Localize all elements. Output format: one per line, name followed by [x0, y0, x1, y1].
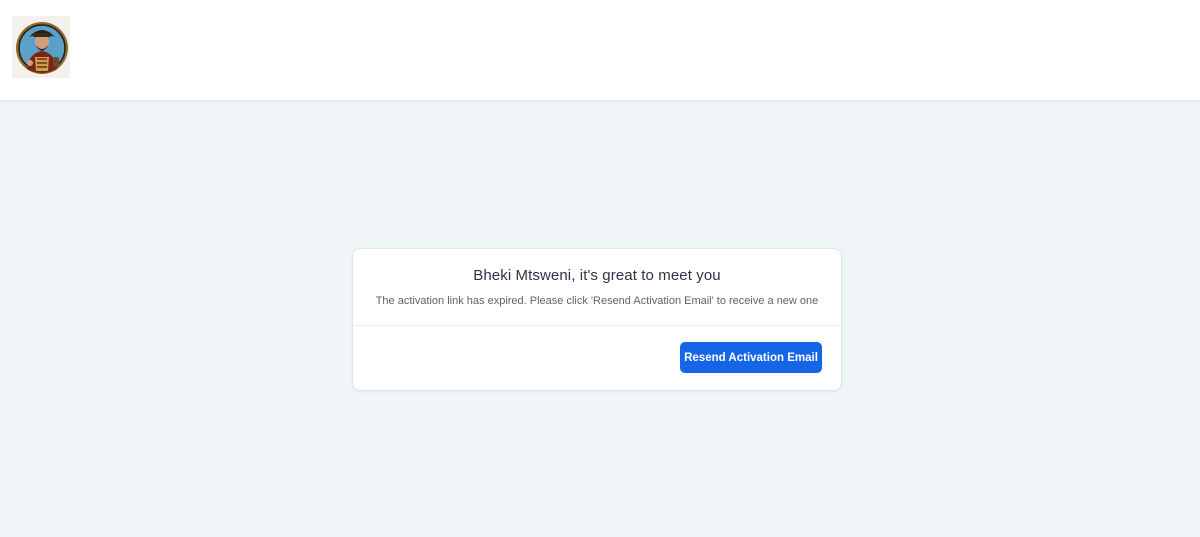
activation-card: Bheki Mtsweni, it's great to meet you Th… — [353, 249, 841, 390]
expired-link-message: The activation link has expired. Please … — [375, 295, 819, 307]
top-header — [0, 0, 1200, 101]
brand-logo[interactable] — [12, 16, 70, 78]
card-footer: Resend Activation Email — [353, 326, 841, 389]
pirate-captain-avatar-icon — [16, 22, 68, 74]
card-header: Bheki Mtsweni, it's great to meet you Th… — [353, 249, 841, 326]
greeting-title: Bheki Mtsweni, it's great to meet you — [473, 267, 721, 284]
resend-activation-email-button[interactable]: Resend Activation Email — [680, 342, 822, 373]
